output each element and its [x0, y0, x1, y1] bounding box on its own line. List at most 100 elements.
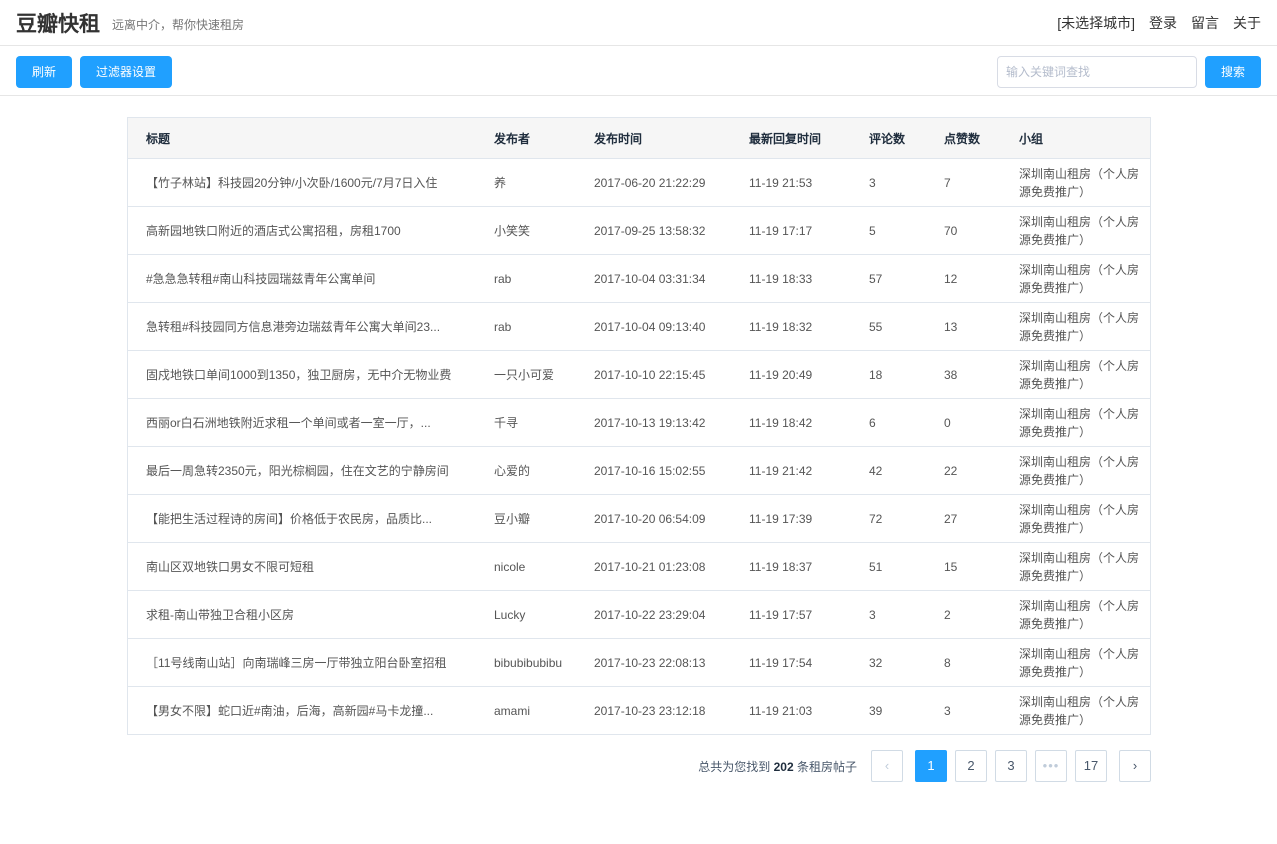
cell-author: amami	[494, 703, 531, 718]
cell-title[interactable]: 最后一周急转2350元，阳光棕榈园，住在文艺的宁静房间	[128, 446, 476, 495]
cell-comments: 39	[869, 703, 883, 718]
cell-title[interactable]: #急急急转租#南山科技园瑞兹青年公寓单间	[128, 254, 476, 303]
filter-settings-button[interactable]: 过滤器设置	[80, 56, 172, 88]
cell-author: Lucky	[476, 590, 576, 639]
cell-title[interactable]: 固戍地铁口单间1000到1350，独卫厨房，无中介无物业费	[128, 350, 476, 399]
cell-reply-time: 11-19 21:42	[731, 446, 851, 495]
cell-post-time: 2017-10-22 23:29:04	[576, 590, 731, 639]
cell-author: rab	[476, 254, 576, 303]
cell-title[interactable]: 【男女不限】蛇口近#南油，后海，高新园#马卡龙撞...	[128, 687, 476, 735]
cell-author: bibubibubibu	[476, 638, 576, 687]
table-row[interactable]: 【竹子林站】科技园20分钟/小次卧/1600元/7月7日入住养 2017-06-2…	[128, 158, 1150, 207]
cell-post-time: 2017-10-21 01:23:08	[576, 542, 731, 591]
cell-reply-time: 11-19 21:53	[731, 158, 851, 207]
cell-title[interactable]: 急转租#科技园同方信息港旁边瑞兹青年公寓大单间23...	[128, 302, 476, 351]
table-row[interactable]: 固戍地铁口单间1000到1350，独卫厨房，无中介无物业费 一只小可爱 2017-1…	[128, 350, 1150, 399]
nav-city-selector[interactable]: [未选择城市]	[1057, 13, 1135, 33]
cell-group: 深圳南山租房（个人房源免费推广）	[1001, 158, 1150, 207]
page-3-button[interactable]: 3	[995, 750, 1027, 782]
cell-group: 深圳南山租房（个人房源免费推广）	[1001, 302, 1150, 351]
more-pages-icon[interactable]: •••	[1035, 750, 1067, 782]
table-row[interactable]: 南山区双地铁口男女不限可短租 nicole 2017-10-21 01:23:08 1…	[128, 542, 1150, 591]
cell-likes: 7	[926, 158, 1001, 207]
cell-group: 深圳南山租房（个人房源免费推广）	[1001, 494, 1150, 543]
cell-group: 深圳南山租房（个人房源免费推广）	[1001, 446, 1150, 495]
table-row[interactable]: 【能把生活过程诗的房间】价格低于农民房，品质比... 豆小瓣 2017-10-20 …	[128, 494, 1150, 543]
cell-author: nicole	[476, 542, 576, 591]
table-row[interactable]: 高新园地铁口附近的酒店式公寓招租，房租1700 小笑笑 2017-09-25 13:…	[128, 206, 1150, 255]
cell-author: rab	[476, 302, 576, 351]
cell-post-time: 2017-06-20 21:22:29	[576, 158, 731, 207]
table-header-row: 标题 发布者 发布时间 最新回复时间 评论数 点赞数 小组	[128, 118, 1150, 159]
cell-post-time: 2017-10-16 15:02:55	[576, 446, 731, 495]
table-row[interactable]: 最后一周急转2350元，阳光棕榈园，住在文艺的宁静房间 心爱的 2017-10-16…	[128, 446, 1150, 495]
column-header-reply-time: 最新回复时间	[731, 118, 851, 159]
table-row[interactable]: 急转租#科技园同方信息港旁边瑞兹青年公寓大单间23... rab 2017-10-0…	[128, 302, 1150, 351]
cell-comments: 51	[851, 542, 926, 591]
cell-title[interactable]: ［11号线南山站］向南瑞峰三房一厅带独立阳台卧室招租	[128, 638, 476, 687]
column-header-group: 小组	[1001, 118, 1150, 159]
cell-post-time: 2017-10-23 22:08:13	[576, 638, 731, 687]
cell-post-time: 2017-09-25 13:58:32	[576, 206, 731, 255]
cell-comments: 3	[851, 590, 926, 639]
total-count-text: 总共为您找到 202 条租房帖子	[698, 758, 857, 775]
cell-likes: 13	[926, 302, 1001, 351]
cell-post-time: 2017-10-23 23:12:18	[594, 703, 706, 718]
nav-about[interactable]: 关于	[1233, 13, 1261, 33]
page-17-button[interactable]: 17	[1075, 750, 1107, 782]
cell-reply-time: 11-19 18:37	[731, 542, 851, 591]
table-row[interactable]: #急急急转租#南山科技园瑞兹青年公寓单间 rab 2017-10-04 03:31:…	[128, 254, 1150, 303]
cell-reply-time: 11-19 18:32	[731, 302, 851, 351]
prev-page-button[interactable]: ‹	[871, 750, 903, 782]
app-header: 豆瓣快租 远离中介，帮你快速租房 [未选择城市] 登录 留言 关于	[0, 0, 1277, 46]
search-button[interactable]: 搜索	[1205, 56, 1261, 88]
cell-likes: 8	[926, 638, 1001, 687]
pagination: 总共为您找到 202 条租房帖子 ‹ 1 2 3 ••• 17 ›	[698, 750, 1151, 782]
table-row[interactable]: 【男女不限】蛇口近#南油，后海，高新园#马卡龙撞... amami 2017-10-…	[128, 687, 1150, 735]
cell-reply-time: 11-19 17:39	[731, 494, 851, 543]
next-page-button[interactable]: ›	[1119, 750, 1151, 782]
page-2-button[interactable]: 2	[955, 750, 987, 782]
cell-reply-time: 11-19 20:49	[731, 350, 851, 399]
slogan: 远离中介，帮你快速租房	[112, 18, 245, 32]
cell-comments: 5	[851, 206, 926, 255]
table-row[interactable]: ［11号线南山站］向南瑞峰三房一厅带独立阳台卧室招租 bibubibubibu 20…	[128, 638, 1150, 687]
listing-table: 标题 发布者 发布时间 最新回复时间 评论数 点赞数 小组 【竹子林站】科技园2…	[127, 117, 1151, 735]
cell-author: 心爱的	[476, 446, 576, 495]
search-input[interactable]	[997, 56, 1197, 88]
cell-post-time: 2017-10-13 19:13:42	[576, 398, 731, 447]
cell-likes: 27	[926, 494, 1001, 543]
column-header-likes: 点赞数	[926, 118, 1001, 159]
cell-reply-time: 11-19 21:03	[749, 703, 813, 718]
cell-author: 一只小可爱	[476, 350, 576, 399]
cell-title[interactable]: 高新园地铁口附近的酒店式公寓招租，房租1700	[128, 206, 476, 255]
cell-author: 养	[476, 158, 576, 207]
cell-title[interactable]: 南山区双地铁口男女不限可短租	[128, 542, 476, 591]
cell-title[interactable]: 求租-南山带独卫合租小区房	[128, 590, 476, 639]
total-prefix: 总共为您找到	[698, 759, 771, 774]
refresh-button[interactable]: 刷新	[16, 56, 72, 88]
cell-post-time: 2017-10-20 06:54:09	[576, 494, 731, 543]
table-row[interactable]: 求租-南山带独卫合租小区房 Lucky 2017-10-22 23:29:04 11-…	[128, 590, 1150, 639]
nav-message[interactable]: 留言	[1191, 13, 1219, 33]
cell-group: 深圳南山租房（个人房源免费推广）	[1001, 254, 1150, 303]
cell-title[interactable]: 【能把生活过程诗的房间】价格低于农民房，品质比...	[128, 494, 476, 543]
column-header-author: 发布者	[476, 118, 576, 159]
cell-reply-time: 11-19 18:42	[731, 398, 851, 447]
logo[interactable]: 豆瓣快租	[16, 8, 100, 38]
cell-comments: 42	[851, 446, 926, 495]
cell-likes: 2	[926, 590, 1001, 639]
toolbar: 刷新 过滤器设置 搜索	[0, 46, 1277, 96]
column-header-post-time: 发布时间	[576, 118, 731, 159]
cell-reply-time: 11-19 17:17	[731, 206, 851, 255]
cell-title[interactable]: 西丽or白石洲地铁附近求租一个单间或者一室一厅，...	[128, 398, 476, 447]
cell-likes: 22	[926, 446, 1001, 495]
cell-group: 深圳南山租房（个人房源免费推广）	[1001, 206, 1150, 255]
cell-likes: 3	[944, 703, 951, 718]
cell-title[interactable]: 【竹子林站】科技园20分钟/小次卧/1600元/7月7日入住	[128, 158, 476, 207]
page-1-button[interactable]: 1	[915, 750, 947, 782]
top-nav: [未选择城市] 登录 留言 关于	[1057, 13, 1261, 33]
cell-author: 千寻	[476, 398, 576, 447]
nav-login[interactable]: 登录	[1149, 13, 1177, 33]
table-row[interactable]: 西丽or白石洲地铁附近求租一个单间或者一室一厅，... 千寻 2017-10-13 …	[128, 398, 1150, 447]
